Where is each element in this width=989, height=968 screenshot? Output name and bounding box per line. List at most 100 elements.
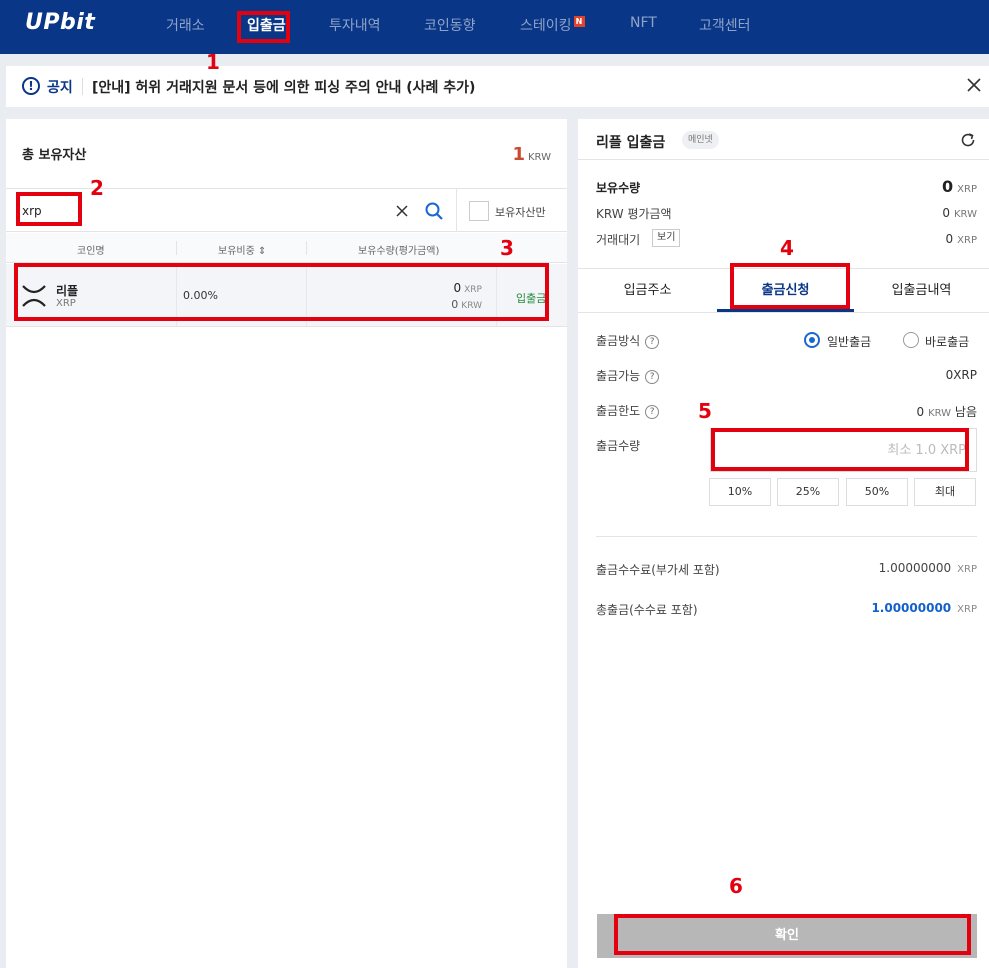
holding-label: 보유수량: [596, 181, 641, 195]
own-only-label[interactable]: 보유자산만: [495, 204, 546, 220]
column-holding-amount[interactable]: 보유수량(평가금액): [358, 242, 439, 257]
own-only-checkbox[interactable]: [469, 201, 489, 221]
help-icon[interactable]: ?: [645, 369, 660, 384]
radio-normal-withdraw-label[interactable]: 일반출금: [827, 333, 871, 350]
close-icon[interactable]: [965, 76, 983, 94]
withdraw-available-text: 출금가능: [596, 369, 641, 383]
pending-value: 0 XRP: [946, 232, 977, 246]
divider: [578, 159, 989, 160]
quick-25-button[interactable]: 25%: [777, 478, 839, 506]
withdraw-amount-input[interactable]: [710, 428, 977, 472]
total-assets-unit: KRW: [528, 152, 551, 163]
coin-amount-value: 0: [453, 281, 462, 295]
view-pending-button[interactable]: 보기: [652, 229, 681, 247]
nav-item-staking[interactable]: 스테이킹 N: [520, 15, 585, 35]
withdraw-limit-text: 출금한도: [596, 404, 641, 418]
column-coin-name[interactable]: 코인명: [77, 242, 105, 257]
withdraw-limit-suffix: 남음: [954, 405, 977, 419]
coin-search-input[interactable]: [22, 201, 382, 221]
withdraw-limit-label: 출금한도?: [596, 402, 660, 419]
total-withdraw-unit: XRP: [957, 604, 977, 615]
divider: [456, 189, 457, 232]
notice-bar: ! 공지 [안내] 허위 거래지원 문서 등에 의한 피싱 주의 안내 (사례 …: [6, 66, 989, 107]
nav-item-investments[interactable]: 투자내역: [329, 15, 381, 35]
divider: [176, 241, 177, 255]
annotation-number-3: 3: [500, 236, 514, 260]
total-withdraw-amount: 1.00000000: [871, 601, 952, 615]
pending-unit: XRP: [957, 235, 977, 246]
coin-krw-amount: 0: [451, 298, 459, 311]
tab-deposit-address[interactable]: 입금주소: [578, 269, 717, 312]
top-navigation: UPbit 거래소 입출금 투자내역 코인동향 스테이킹 N NFT 고객센터: [0, 0, 989, 54]
annotation-number-1: 1: [206, 50, 220, 74]
coin-holding-amount: 0 XRP: [454, 281, 483, 295]
coin-holding-ratio: 0.00%: [183, 289, 218, 302]
krw-eval-unit: KRW: [954, 209, 977, 220]
nav-item-deposit-withdraw[interactable]: 입출금: [247, 15, 286, 35]
nav-item-nft[interactable]: NFT: [630, 15, 657, 31]
coin-amount-unit: XRP: [464, 285, 482, 295]
radio-instant-withdraw-label[interactable]: 바로출금: [925, 333, 969, 350]
tab-withdraw-request[interactable]: 출금신청: [717, 269, 854, 312]
coin-krw-unit: KRW: [461, 301, 482, 311]
withdraw-available-value: 0XRP: [945, 368, 977, 382]
column-holding-ratio[interactable]: 보유비중 ⇕: [218, 242, 266, 257]
withdraw-available-label: 출금가능?: [596, 367, 660, 384]
radio-instant-withdraw[interactable]: [903, 332, 919, 348]
transfer-title: 리플 입출금: [596, 135, 666, 151]
help-icon[interactable]: ?: [645, 404, 660, 419]
total-assets-amount: 1: [512, 144, 525, 165]
total-withdraw-value: 1.00000000 XRP: [871, 601, 977, 615]
nav-item-coin-trends[interactable]: 코인동향: [424, 15, 476, 35]
notice-text[interactable]: [안내] 허위 거래지원 문서 등에 의한 피싱 주의 안내 (사례 추가): [92, 77, 475, 97]
quick-10-button[interactable]: 10%: [709, 478, 771, 506]
confirm-button[interactable]: 확인: [597, 914, 977, 958]
annotation-number-4: 4: [780, 236, 794, 260]
withdraw-method-label: 출금방식?: [596, 332, 660, 349]
upbit-logo[interactable]: UPbit: [25, 10, 95, 35]
annotation-number-5: 5: [698, 399, 712, 423]
annotation-number-2: 2: [90, 176, 104, 200]
xrp-logo-icon: [22, 285, 46, 307]
clear-icon[interactable]: [394, 203, 410, 219]
help-icon[interactable]: ?: [645, 334, 660, 349]
coin-name: 리플: [56, 284, 79, 298]
total-assets-value: 1 KRW: [512, 144, 551, 165]
refresh-icon[interactable]: [959, 131, 977, 149]
holding-value: 0 XRP: [942, 177, 977, 196]
asset-list-header: 코인명 보유비중 ⇕ 보유수량(평가금액): [6, 233, 567, 263]
quick-50-button[interactable]: 50%: [846, 478, 908, 506]
search-icon[interactable]: [424, 201, 444, 221]
asset-row-xrp[interactable]: 리플 XRP 0.00% 0 XRP 0 KRW 입출금: [6, 264, 567, 327]
withdraw-limit-value: 0 KRW 남음: [916, 403, 977, 420]
divider: [496, 264, 497, 326]
withdraw-limit-unit: KRW: [928, 408, 952, 419]
krw-eval-value: 0 KRW: [942, 206, 977, 220]
withdraw-fee-unit: XRP: [957, 564, 977, 575]
withdraw-method-text: 출금방식: [596, 334, 641, 348]
total-assets-label: 총 보유자산: [22, 148, 87, 163]
withdraw-fee-amount: 1.00000000: [878, 561, 952, 575]
divider: [578, 312, 989, 313]
assets-panel: 총 보유자산 1KRW 보유자산만 코인명 보유비중 ⇕ 보유수량(평가금액) …: [6, 119, 567, 968]
withdraw-fee-value: 1.00000000 XRP: [879, 561, 977, 575]
divider: [82, 78, 83, 95]
new-badge: N: [573, 16, 585, 27]
withdraw-amount-label: 출금수량: [596, 439, 641, 453]
pending-label: 거래대기: [596, 233, 641, 247]
coin-krw-value: 0 KRW: [451, 298, 482, 311]
coin-symbol: XRP: [56, 298, 76, 309]
total-withdraw-label: 총출금(수수료 포함): [596, 603, 698, 617]
divider: [306, 241, 307, 255]
annotation-number-6: 6: [729, 874, 743, 898]
nav-item-exchange[interactable]: 거래소: [166, 15, 205, 35]
nav-item-staking-label: 스테이킹: [520, 18, 572, 34]
radio-normal-withdraw[interactable]: [804, 332, 820, 348]
deposit-withdraw-link[interactable]: 입출금: [516, 290, 546, 306]
quick-max-button[interactable]: 최대: [914, 478, 976, 506]
tab-transfer-history[interactable]: 입출금내역: [854, 269, 989, 312]
nav-item-customer-center[interactable]: 고객센터: [699, 15, 751, 35]
withdraw-fee-label: 출금수수료(부가세 포함): [596, 563, 720, 577]
krw-eval-amount: 0: [942, 206, 950, 220]
krw-eval-label: KRW 평가금액: [596, 207, 672, 221]
